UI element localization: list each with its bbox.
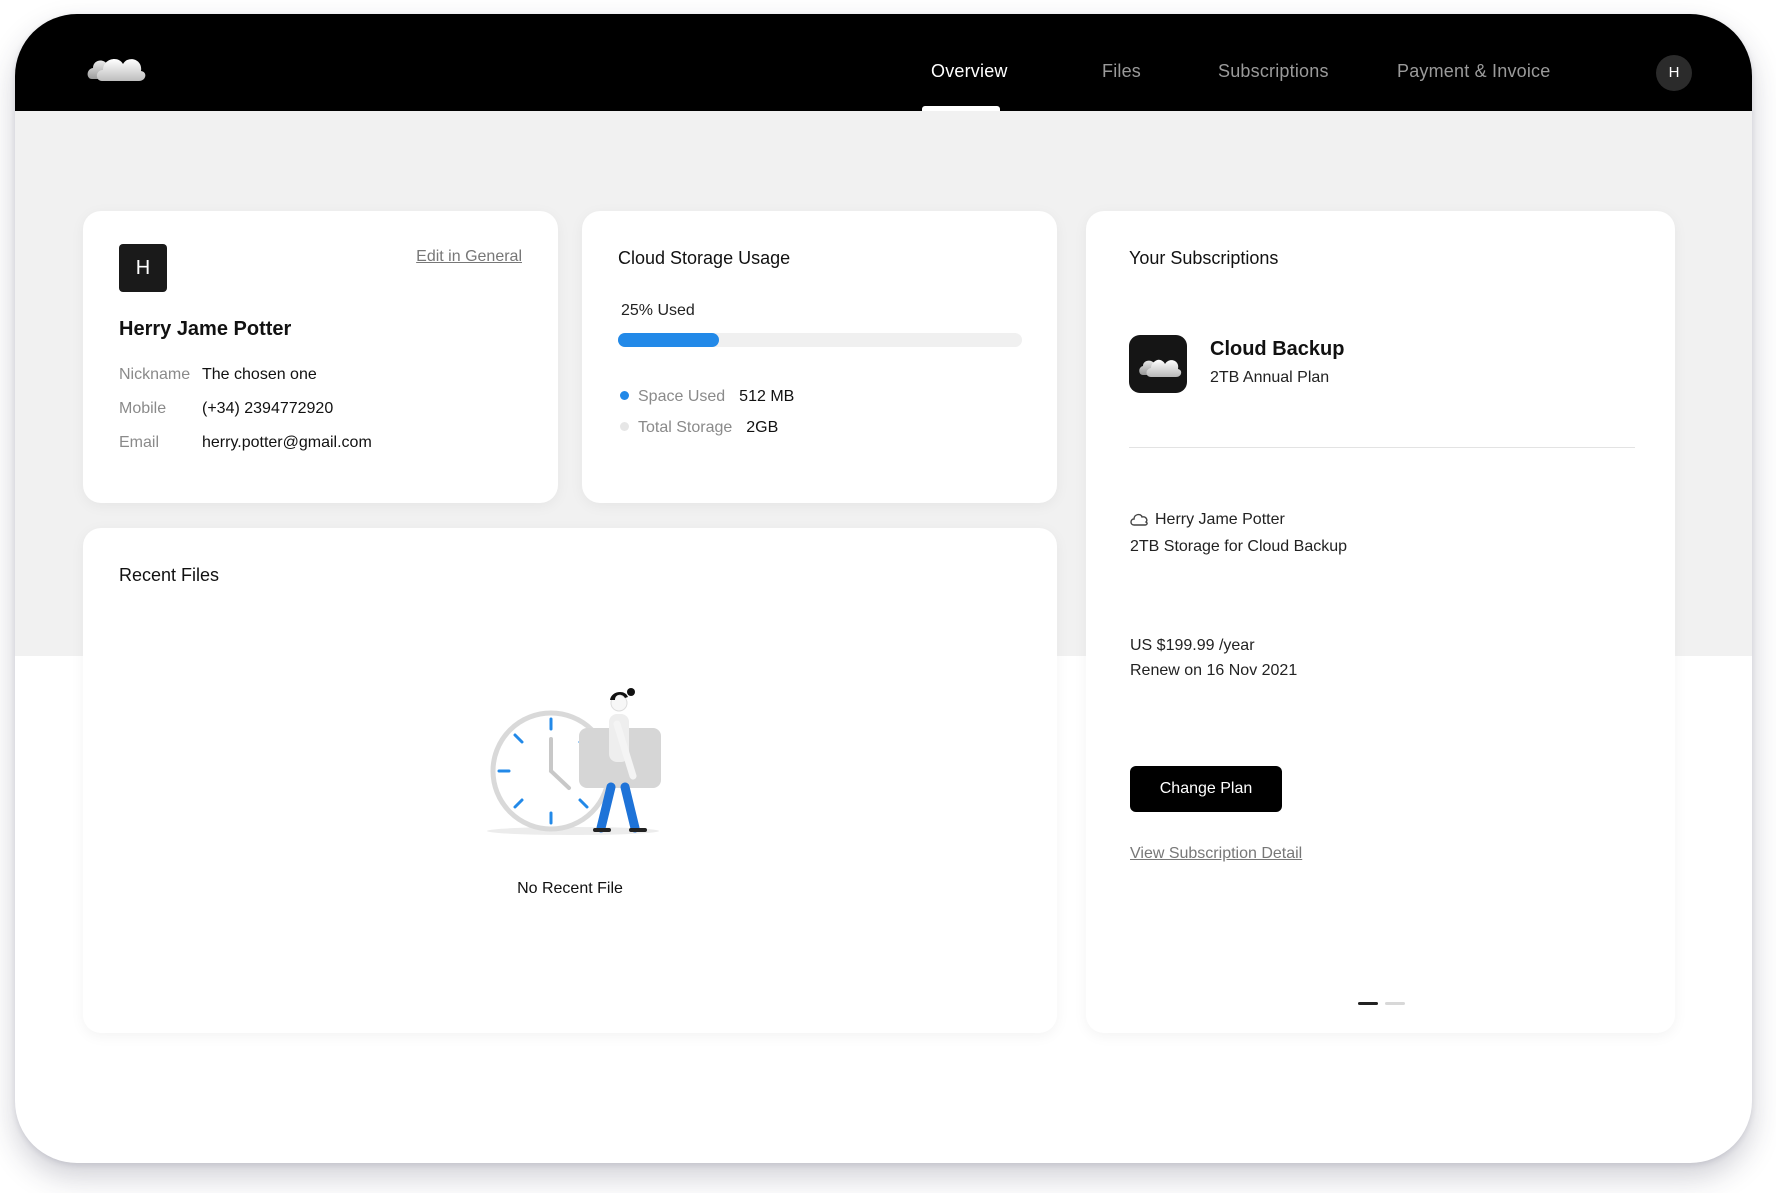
cloud-icon [1139, 359, 1182, 377]
space-used-dot-icon [620, 391, 629, 400]
subscription-price: US $199.99 /year [1130, 637, 1255, 654]
storage-used-percent: 25% Used [621, 302, 695, 319]
total-storage-dot-icon [620, 422, 629, 431]
storage-progress-bar [618, 333, 1022, 347]
cloud-backup-app-icon [1129, 335, 1187, 393]
tab-subscriptions[interactable]: Subscriptions [1218, 61, 1329, 82]
email-row: Email herry.potter@gmail.com [119, 434, 372, 452]
tab-files[interactable]: Files [1102, 61, 1141, 82]
divider [1129, 447, 1635, 448]
no-recent-file-text: No Recent File [517, 880, 623, 897]
mobile-row: Mobile (+34) 2394772920 [119, 400, 333, 418]
total-storage-label: Total Storage [638, 419, 733, 436]
subscription-owner-row: Herry Jame Potter [1129, 511, 1285, 529]
email-value: herry.potter@gmail.com [202, 434, 372, 451]
profile-avatar: H [119, 244, 167, 292]
space-used-value: 512 MB [739, 388, 795, 405]
cloud-outline-icon [1130, 513, 1148, 526]
active-tab-indicator [922, 106, 1000, 111]
subscription-owner-name: Herry Jame Potter [1155, 511, 1285, 528]
user-avatar[interactable]: H [1656, 55, 1692, 91]
subscription-plan: 2TB Annual Plan [1210, 369, 1330, 386]
storage-progress-fill [618, 333, 719, 347]
tab-overview[interactable]: Overview [931, 61, 1008, 82]
carousel-pager[interactable] [1358, 992, 1412, 1005]
space-used-row: Space Used 512 MB [620, 388, 794, 406]
top-navigation-bar: Overview Files Subscriptions Payment & I… [15, 14, 1752, 111]
nickname-label: Nickname [119, 366, 191, 383]
subscription-renew-date: Renew on 16 Nov 2021 [1130, 662, 1298, 679]
total-storage-row: Total Storage 2GB [620, 419, 778, 437]
app-window: Overview Files Subscriptions Payment & I… [15, 14, 1752, 1163]
cloud-logo-icon[interactable] [86, 45, 146, 85]
edit-in-general-link[interactable]: Edit in General [416, 248, 522, 266]
nickname-value: The chosen one [202, 366, 317, 383]
nickname-row: Nickname The chosen one [119, 366, 317, 384]
subscriptions-title: Your Subscriptions [1129, 248, 1279, 268]
storage-card: Cloud Storage Usage 25% Used Space Used 5… [582, 211, 1057, 503]
profile-name: Herry Jame Potter [119, 318, 292, 340]
change-plan-button[interactable]: Change Plan [1130, 766, 1282, 812]
email-label: Email [119, 434, 160, 451]
recent-files-title: Recent Files [119, 565, 220, 585]
view-subscription-detail-link[interactable]: View Subscription Detail [1130, 845, 1302, 863]
profile-card: H Edit in General Herry Jame Potter Nick… [83, 211, 558, 503]
clock-person-illustration-icon [487, 688, 661, 835]
subscriptions-card: Your Subscriptions Cloud Backup 2TB Annu… [1086, 211, 1675, 1033]
mobile-value: (+34) 2394772920 [202, 400, 334, 417]
tab-payment-invoice[interactable]: Payment & Invoice [1397, 61, 1550, 82]
space-used-label: Space Used [638, 388, 726, 405]
subscription-storage-desc: 2TB Storage for Cloud Backup [1130, 538, 1348, 555]
pager-dot[interactable] [1358, 1002, 1378, 1005]
pager-dot[interactable] [1385, 1002, 1405, 1005]
mobile-label: Mobile [119, 400, 167, 417]
subscription-app-name: Cloud Backup [1210, 338, 1345, 360]
recent-files-card: Recent Files No Recent File [83, 528, 1057, 1033]
total-storage-value: 2GB [746, 419, 779, 436]
storage-title: Cloud Storage Usage [618, 248, 791, 268]
